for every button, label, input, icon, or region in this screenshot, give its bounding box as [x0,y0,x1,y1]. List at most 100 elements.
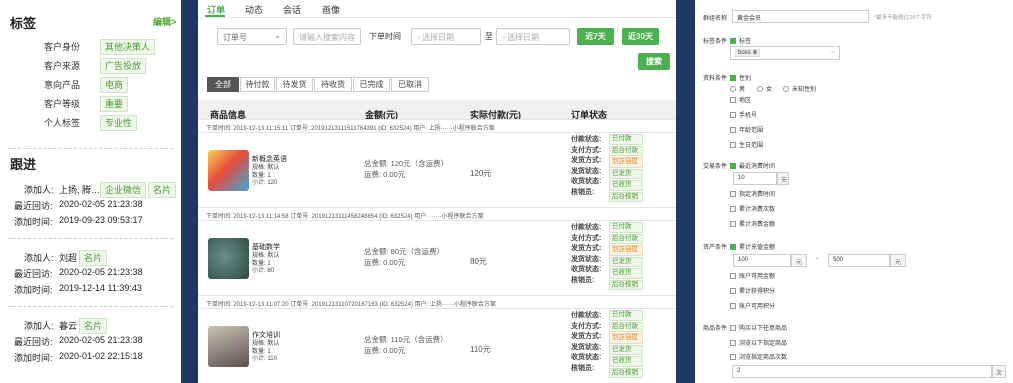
order-info-line: 下单时间: 2019-12-13 11:15:11 订单号: 201912131… [206,126,495,132]
max-amount-input[interactable]: 500 [828,254,890,267]
added-time-label: 添加时间: [14,353,53,363]
gender-radio-unknown[interactable] [783,86,789,93]
status-value-tag: 已收货 [609,268,643,279]
gender-radio-female[interactable] [757,86,763,93]
goods-checkbox[interactable] [730,325,736,332]
trade-option-checkbox[interactable] [730,206,736,213]
status-tab[interactable]: 全部 [207,77,239,92]
product-meta-line: 规格: 默认 [252,253,280,259]
times-unit: 次 [992,365,1006,378]
min-unit: 元 [791,254,807,267]
status-labels: 付款状态: 支付方式: 发货方式: 发货状态: 收货状态: 核销员: [571,223,601,286]
product-name[interactable]: 作文培训 [252,330,280,340]
min-amount-input[interactable]: 100 [733,254,791,267]
status-label: 支付方式: [571,322,602,330]
added-time-label: 添加时间: [14,285,53,295]
status-label: 发货状态: [571,167,602,175]
status-label: 核销员: [571,188,595,196]
group-name-input[interactable]: 黄金会员 [732,10,869,23]
trade-option-checkbox[interactable] [730,191,736,198]
label-value-tag[interactable]: 重要 [100,96,129,112]
profile-option-checkbox[interactable] [730,112,736,119]
status-label: 收货状态: [571,266,602,273]
start-date-input[interactable]: ▫ 选择日期 [411,28,481,45]
label-value-tag[interactable]: 其他决策人 [100,39,156,55]
tab-chat[interactable]: 会话 [283,3,301,16]
asset-option-checkbox[interactable] [730,303,736,310]
label-key: 个人标签 [43,118,80,128]
status-value-tag: 到店自提 [609,333,643,344]
goods-cond-label: 商品条件 [703,326,728,332]
profile-option-checkbox[interactable] [730,142,736,149]
trade-option-label: 累计消费次数 [739,207,776,213]
product-name[interactable]: 新概念英语 [252,154,287,164]
status-label: 收货状态: [571,178,602,185]
search-button[interactable]: 搜索 [638,53,670,70]
product-meta: 规格: 默认 数量: 1 小计: 110 [252,341,279,364]
goods-option-label: 浏览指定商品次数 [739,355,788,361]
recent-days-input[interactable]: 10 [733,172,777,185]
view-times-input[interactable]: 2 [732,365,992,378]
asset-option-label: 账户可用积分 [739,304,776,310]
product-meta-line: 小计: 80 [252,268,275,274]
status-value-tag: 已付款 [609,134,643,145]
math-chalkboard-icon[interactable] [208,238,249,279]
end-date-input[interactable]: ▫ 选择日期 [496,28,570,45]
edit-tags-link[interactable]: 编辑> [153,15,176,28]
product-meta-line: 小计: 120 [252,180,278,186]
adder-name: 刘超 [59,253,78,263]
recent-trade-checkbox[interactable] [730,163,736,170]
asset-option-checkbox[interactable] [730,273,736,280]
status-label: 发货方式: [571,157,602,164]
product-name[interactable]: 基础数学 [252,242,280,252]
status-label: 核销员: [571,276,595,284]
tag-checkbox[interactable] [730,38,736,45]
product-meta-line: 数量: 1 [252,260,271,267]
status-tab[interactable]: 待付款 [240,77,275,92]
gender-radio-male[interactable] [730,86,736,93]
product-meta: 规格: 默认 数量: 1 小计: 80 [252,253,279,276]
recent-visit-time: 2020-02-05 21:23:38 [59,199,143,209]
goods-option-checkbox[interactable] [730,354,736,361]
status-value-tag: 后台付款 [609,233,643,244]
goods-option-checkbox[interactable] [730,340,736,347]
order-info-line: 下单时间: 2019-12-13 11:14:58 订单号: 201912131… [206,214,484,220]
search-input[interactable]: 请输入搜索内容 [293,28,361,45]
english-book-icon[interactable] [208,150,249,191]
status-value-tag: 已发货 [609,344,643,355]
follower-badge: 企业微信 [100,182,147,198]
label-value-tag[interactable]: 广告投放 [100,58,147,74]
status-tab[interactable]: 已取消 [391,77,429,92]
status-tab[interactable]: 待发货 [276,77,313,92]
label-value-tag[interactable]: 专业性 [100,115,138,131]
recent-visit-label: 最近回访: [14,201,53,211]
last-7-days-button[interactable]: 近7天 [577,28,614,45]
product-meta-line: 小计: 110 [252,356,277,362]
order-freight: 运费: 0.00元 [364,170,406,179]
last-30-days-button[interactable]: 近30天 [622,28,659,45]
product-meta-line: 规格: 默认 [252,341,280,347]
gender-checkbox[interactable] [730,75,736,82]
status-tab[interactable]: 待收货 [314,77,352,92]
tab-activity[interactable]: 动态 [245,3,263,16]
trade-cond-label: 交易条件 [703,164,728,170]
asset-option-checkbox[interactable] [730,288,736,295]
profile-option-label: 地区 [739,98,752,104]
status-tab[interactable]: 已完成 [353,77,390,92]
profile-option-checkbox[interactable] [730,97,736,104]
recharge-checkbox[interactable] [730,244,736,251]
tag-select[interactable]: boss ⊗ ⌄ [730,46,840,60]
added-time-label: 添加时间: [14,217,53,227]
trade-option-checkbox[interactable] [730,221,736,228]
writing-hand-icon[interactable] [208,326,249,367]
asset-option-label: 累计获得积分 [739,289,776,295]
profile-option-label: 年龄范围 [739,128,764,134]
label-value-tag[interactable]: 电商 [100,77,129,93]
profile-option-checkbox[interactable] [730,127,736,134]
product-meta-line: 数量: 1 [252,172,271,179]
status-values: 已付款 后台付款 到店自提 已发货 已收货 后台核销 [609,310,643,379]
search-type-select[interactable]: 订单号 ⌄ [217,28,287,45]
label-row: 客户来源 [8,59,80,71]
follower-badge: 名片 [79,318,108,334]
tab-profile[interactable]: 画像 [322,3,340,16]
